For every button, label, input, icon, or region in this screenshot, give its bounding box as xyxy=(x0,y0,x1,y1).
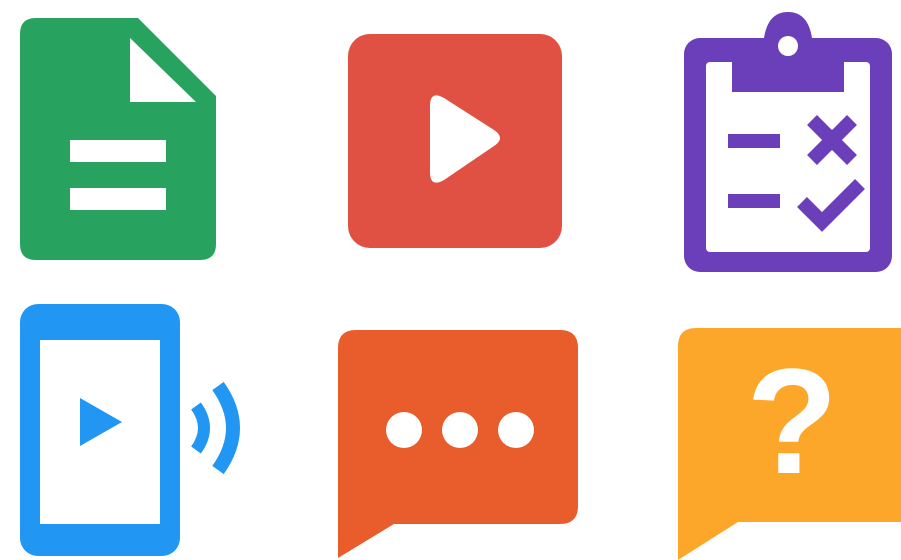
ellipsis-dot-3 xyxy=(498,412,534,448)
signal-wave-small xyxy=(190,402,210,454)
clipboard-clip-hole xyxy=(778,36,798,56)
document-line-2 xyxy=(70,188,166,210)
ellipsis-dot-1 xyxy=(386,412,422,448)
document-line-1 xyxy=(70,140,166,162)
chat-bubble-ellipsis-icon xyxy=(338,330,578,558)
question-mark-glyph: ? xyxy=(746,337,838,505)
play-video-icon xyxy=(348,34,562,248)
document-icon xyxy=(20,18,216,260)
checklist-dash-2 xyxy=(728,194,780,208)
signal-wave-large xyxy=(212,381,240,475)
mobile-cast-video-icon xyxy=(20,304,240,556)
chat-bubble-question-icon: ? xyxy=(678,328,901,560)
document-body xyxy=(20,18,216,260)
checklist-dash-1 xyxy=(728,134,780,148)
clipboard-checklist-icon xyxy=(684,12,892,272)
ellipsis-dot-2 xyxy=(442,412,478,448)
